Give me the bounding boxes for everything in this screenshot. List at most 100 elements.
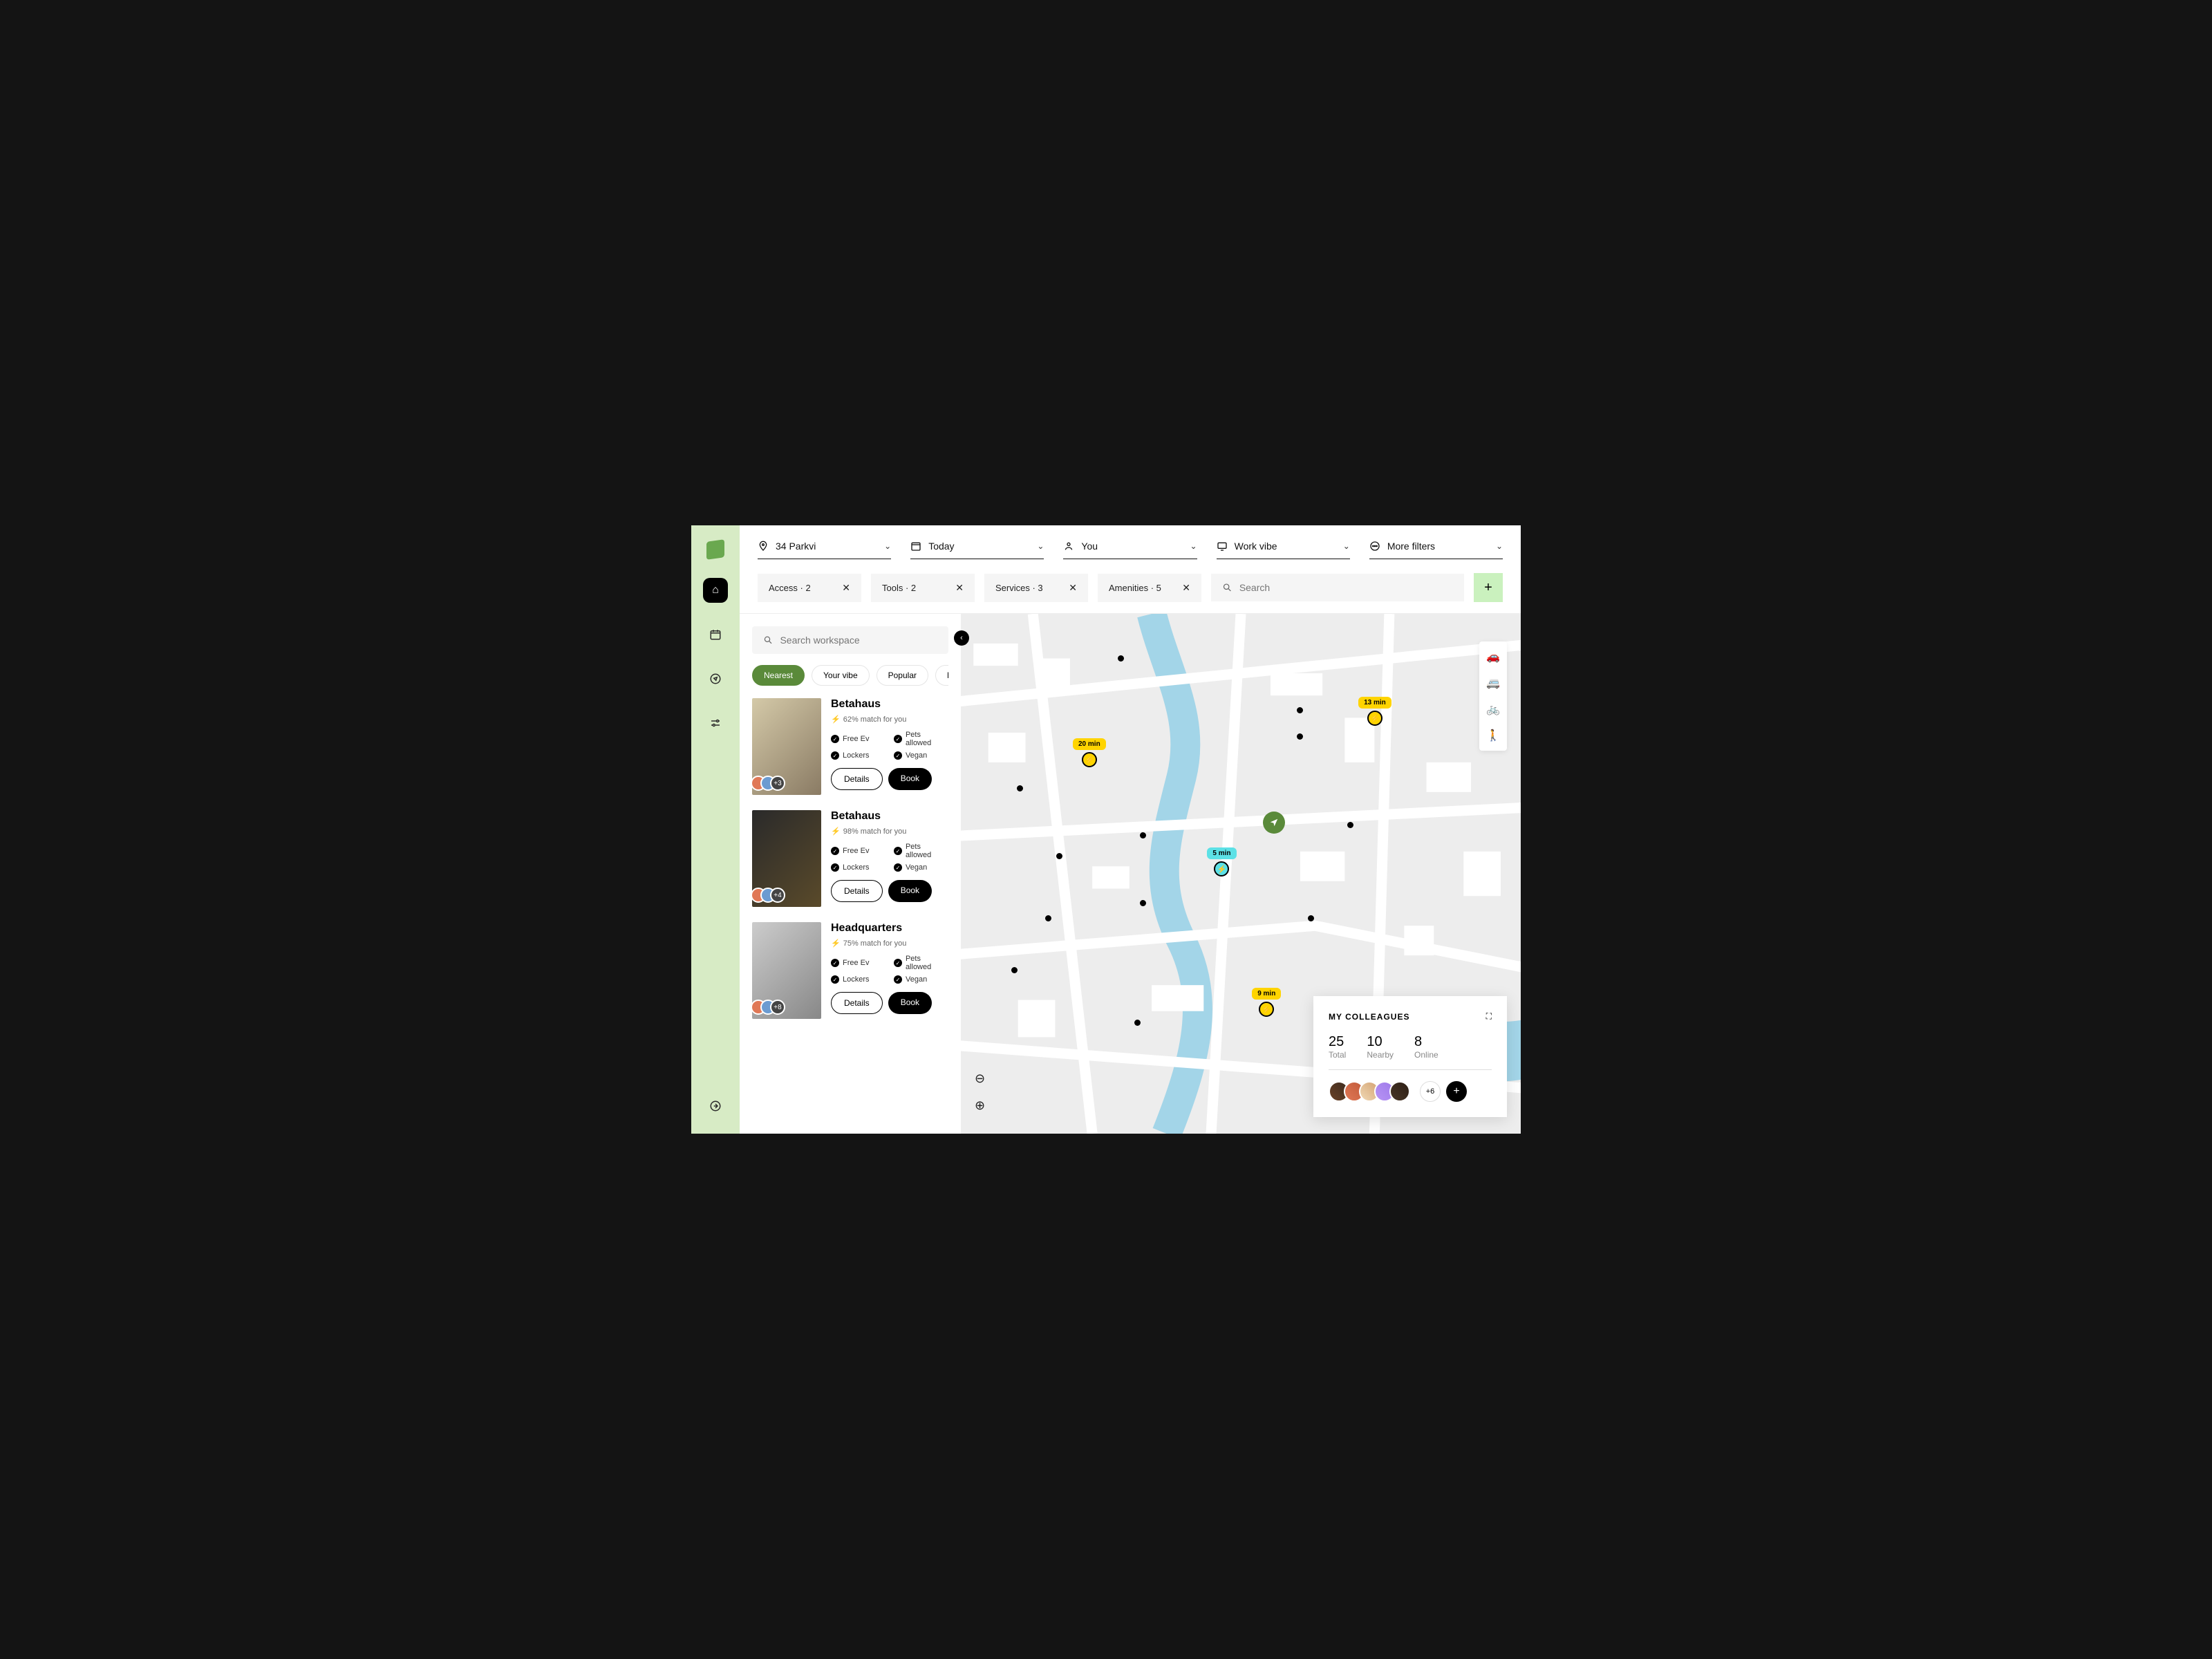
nav-filters[interactable] [703, 711, 728, 735]
tab-your-vibe[interactable]: Your vibe [812, 665, 870, 686]
search-input[interactable] [1239, 582, 1453, 593]
details-button[interactable]: Details [831, 768, 883, 790]
top-search[interactable] [1211, 574, 1464, 601]
feature-item: Pets allowed [894, 843, 948, 859]
workspace-search-input[interactable] [780, 635, 937, 646]
stat-total-label: Total [1329, 1050, 1346, 1060]
map-dot[interactable] [1045, 915, 1051, 921]
nav-home[interactable]: ⌂ [703, 578, 728, 603]
workspace-name: Headquarters [831, 922, 948, 935]
zoom-controls: ⊖ ⊕ [975, 1071, 985, 1113]
compass-icon [709, 673, 722, 685]
chip-services[interactable]: Services · 3✕ [984, 574, 1088, 602]
chip-label: Amenities · 5 [1109, 583, 1161, 593]
workspace-card[interactable]: +3 Betahaus ⚡62% match for you Free EvPe… [752, 698, 948, 795]
user-icon [1063, 541, 1074, 552]
details-button[interactable]: Details [831, 880, 883, 902]
zoom-out-button[interactable]: ⊖ [975, 1071, 985, 1086]
map-dot[interactable] [1118, 655, 1124, 662]
filter-who[interactable]: You⌄ [1063, 541, 1197, 559]
map-pin[interactable]: 13 min ⚡ [1358, 697, 1391, 726]
transport-car[interactable]: 🚗 [1483, 647, 1503, 666]
close-icon[interactable]: ✕ [842, 582, 850, 594]
colleague-avatars: +6 + [1329, 1081, 1492, 1102]
map-pin[interactable]: 5 min ⚡ [1207, 847, 1236, 877]
feature-item: Vegan [894, 975, 948, 984]
close-icon[interactable]: ✕ [955, 582, 964, 594]
tab-popular[interactable]: Popular [877, 665, 928, 686]
tab-nearest[interactable]: Nearest [752, 665, 805, 686]
workspace-card[interactable]: +8 Headquarters ⚡75% match for you Free … [752, 922, 948, 1019]
map-pin[interactable]: 9 min ⚡ [1252, 988, 1281, 1017]
nav-explore[interactable] [703, 666, 728, 691]
chevron-down-icon: ⌄ [1496, 541, 1503, 551]
workspace-thumbnail: +3 [752, 698, 821, 795]
sliders-icon [709, 717, 722, 729]
search-icon [1222, 582, 1232, 593]
add-filter-button[interactable]: + [1474, 573, 1503, 602]
map-dot[interactable] [1056, 853, 1062, 859]
book-button[interactable]: Book [888, 768, 932, 790]
workspace-card[interactable]: +4 Betahaus ⚡98% match for you Free EvPe… [752, 810, 948, 907]
stat-nearby-label: Nearby [1367, 1050, 1394, 1060]
filter-vibe[interactable]: Work vibe⌄ [1217, 541, 1350, 559]
minimize-icon[interactable]: ⛶ [1486, 1011, 1492, 1022]
bolt-icon: ⚡ [1259, 1002, 1274, 1017]
feature-item: Vegan [894, 863, 948, 872]
map-dot[interactable] [1140, 832, 1146, 838]
chip-amenities[interactable]: Amenities · 5 ✕ [1098, 574, 1201, 602]
tab-recommended[interactable]: Reccom [935, 665, 948, 686]
book-button[interactable]: Book [888, 992, 932, 1014]
match-score: ⚡98% match for you [831, 827, 948, 836]
my-location-pin[interactable] [1263, 812, 1285, 834]
transport-walk[interactable]: 🚶 [1483, 726, 1503, 745]
monitor-icon [1217, 541, 1228, 552]
nav-logout[interactable] [703, 1094, 728, 1118]
calendar-icon [709, 628, 722, 641]
feature-item: Lockers [831, 863, 885, 872]
book-button[interactable]: Book [888, 880, 932, 902]
match-score: ⚡62% match for you [831, 715, 948, 724]
pin-time-label: 20 min [1073, 738, 1106, 750]
transport-bus[interactable]: 🚐 [1483, 673, 1503, 693]
chip-tools[interactable]: Tools · 2 ✕ [871, 574, 975, 602]
chip-label: Tools · 2 [882, 583, 916, 593]
chip-label: Access · 2 [769, 583, 811, 593]
close-icon[interactable]: ✕ [1182, 582, 1190, 594]
chevron-down-icon: ⌄ [884, 541, 891, 551]
zoom-in-button[interactable]: ⊕ [975, 1098, 985, 1113]
collapse-sidebar-button[interactable]: ‹ [954, 630, 969, 646]
bolt-icon: ⚡ [1082, 752, 1097, 767]
avatar[interactable] [1389, 1081, 1410, 1102]
transport-bike[interactable]: 🚲 [1483, 700, 1503, 719]
filter-more[interactable]: More filters⌄ [1369, 541, 1503, 559]
map-dot[interactable] [1140, 900, 1146, 906]
workspace-name: Betahaus [831, 810, 948, 823]
more-colleagues-button[interactable]: +6 [1420, 1081, 1441, 1102]
nav-calendar[interactable] [703, 622, 728, 647]
filter-date[interactable]: Today⌄ [910, 541, 1044, 559]
map-dot[interactable] [1297, 733, 1303, 740]
logo-icon [706, 539, 724, 560]
map-view[interactable]: ‹ [961, 614, 1521, 1134]
chevron-down-icon: ⌄ [1190, 541, 1197, 551]
stat-online-label: Online [1414, 1050, 1438, 1060]
details-button[interactable]: Details [831, 992, 883, 1014]
stat-nearby-num: 10 [1367, 1034, 1394, 1050]
chip-access[interactable]: Access · 2 ✕ [758, 574, 861, 602]
feature-item: Pets allowed [894, 955, 948, 971]
map-dot[interactable] [1347, 822, 1353, 828]
navigation-icon [1269, 818, 1279, 827]
workspace-thumbnail: +4 [752, 810, 821, 907]
workspace-search[interactable] [752, 626, 948, 654]
feature-item: Lockers [831, 751, 885, 760]
add-colleague-button[interactable]: + [1446, 1081, 1467, 1102]
content-area: Nearest Your vibe Popular Reccom +3 Beta… [740, 614, 1521, 1134]
app-root: ⌂ 34 Parkvi⌄ Today⌄ [691, 525, 1521, 1134]
results-list: +3 Betahaus ⚡62% match for you Free EvPe… [752, 698, 948, 1134]
map-dot[interactable] [1134, 1020, 1141, 1026]
close-icon[interactable]: ✕ [1069, 582, 1077, 594]
filter-location[interactable]: 34 Parkvi⌄ [758, 541, 891, 559]
map-pin[interactable]: 20 min ⚡ [1073, 738, 1106, 767]
workspace-name: Betahaus [831, 698, 948, 711]
